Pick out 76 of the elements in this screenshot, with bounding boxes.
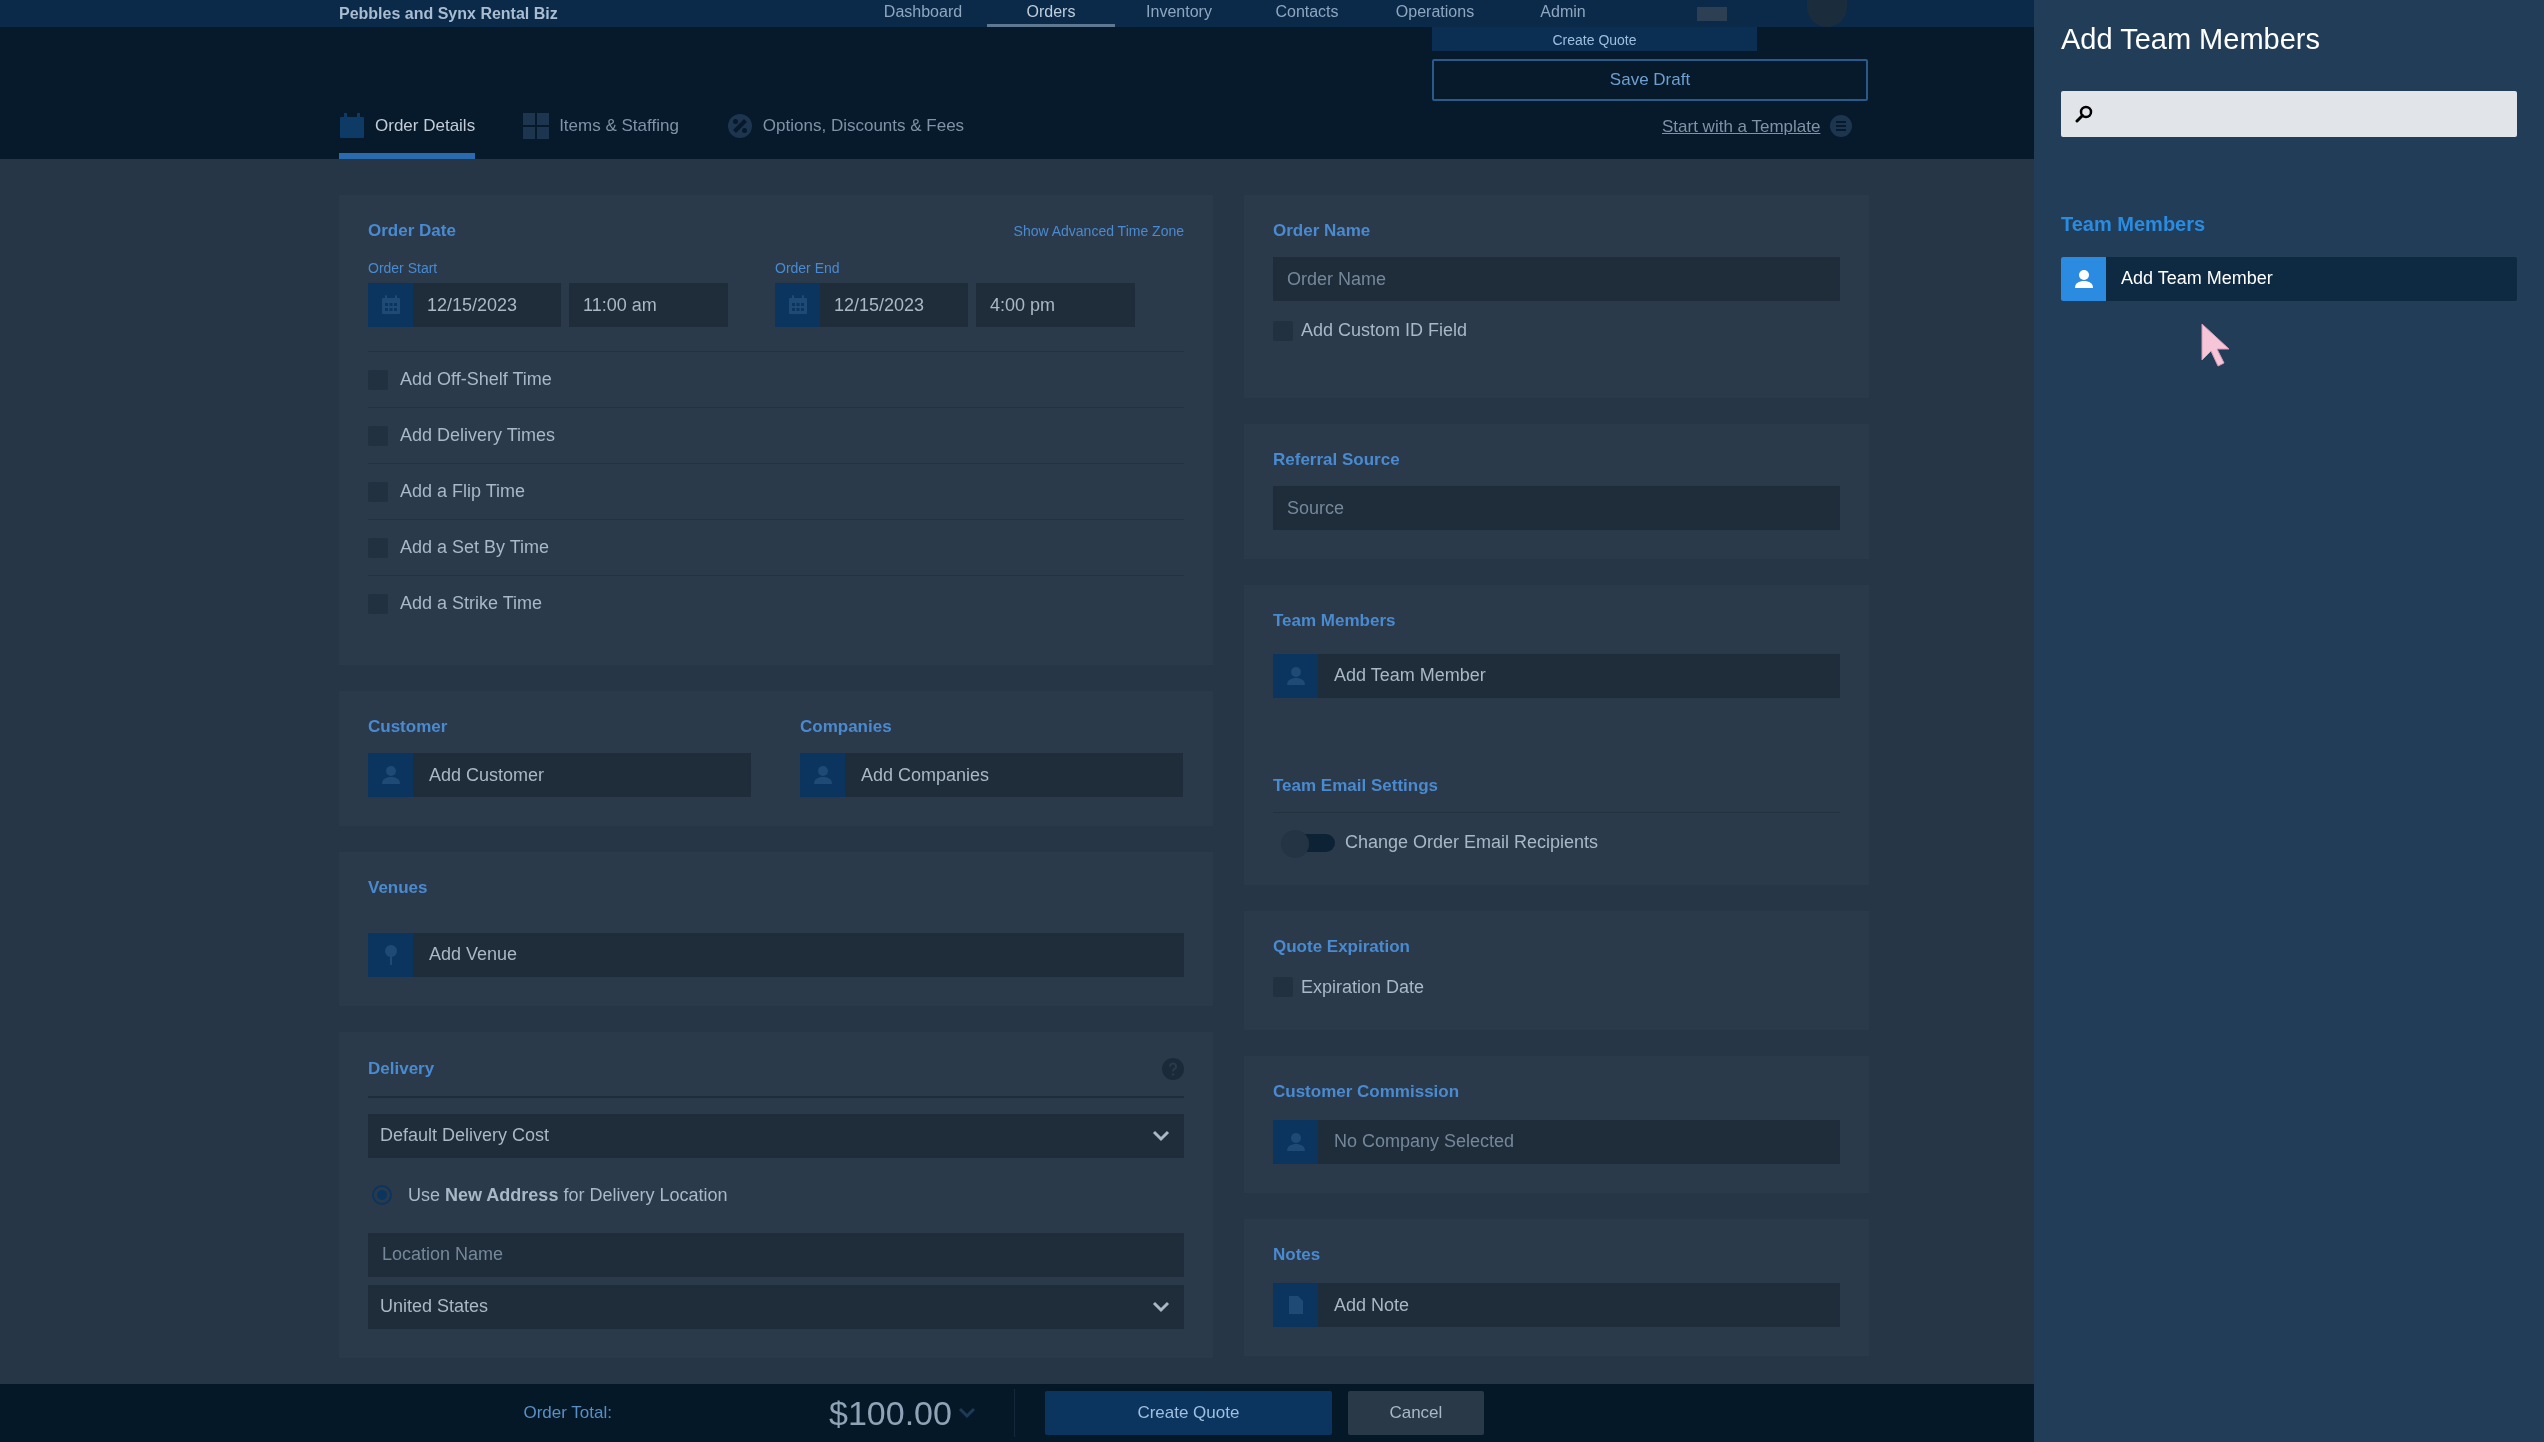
tab[interactable]: Order Details — [339, 113, 476, 159]
chevron-down-icon — [1152, 1300, 1170, 1313]
order-name-field[interactable]: Order Name — [1273, 257, 1840, 302]
section-heading: Customer — [368, 717, 449, 738]
tab[interactable]: Options, Discounts & Fees — [726, 113, 965, 159]
nav-square-icon[interactable] — [1697, 6, 1727, 21]
chevron-down-icon — [957, 1407, 976, 1419]
field-label: Order End — [775, 259, 841, 278]
section-heading: Notes — [1273, 1244, 1322, 1266]
nav-link[interactable]: Admin — [1499, 0, 1627, 27]
tab[interactable]: Items & Staffing — [523, 113, 679, 159]
location-name-field[interactable]: Location Name — [368, 1232, 1184, 1277]
toggle-label: Change Order Email Recipients — [1345, 831, 1599, 855]
checkbox-label: Add Custom ID Field — [1301, 319, 1468, 343]
select-value: United States — [380, 1295, 489, 1319]
date-field[interactable]: 12/15/2023 — [413, 283, 561, 327]
nav-link[interactable]: Operations — [1371, 0, 1499, 27]
template-icon — [1830, 115, 1853, 138]
calendar-button[interactable] — [368, 283, 413, 327]
section-heading: Order Name — [1273, 221, 1372, 242]
section-heading: Venues — [368, 878, 429, 899]
date-field[interactable]: 12/15/2023 — [820, 283, 968, 327]
order-total-label: Order Total: — [522, 1402, 612, 1425]
time-field[interactable]: 4:00 pm — [976, 283, 1135, 327]
company-picker[interactable]: No Company Selected — [1273, 1119, 1840, 1164]
picker-field[interactable]: Add Customer — [368, 753, 751, 798]
calendar-button[interactable] — [775, 283, 820, 327]
toggle-switch[interactable] — [1281, 829, 1337, 856]
section-heading: Referral Source — [1273, 450, 1401, 471]
team-member-picker[interactable]: Add Team Member — [1273, 653, 1840, 698]
checkbox-label: Add a Flip Time — [400, 480, 526, 503]
section-heading: Order Date — [368, 221, 456, 242]
country-select[interactable]: United States — [368, 1284, 1184, 1329]
radio-label: Use New Address for Delivery Location — [408, 1183, 728, 1207]
nav-link[interactable]: Inventory — [1115, 0, 1243, 27]
panel-title: Add Team Members — [2061, 22, 2321, 57]
person-icon — [2073, 268, 2094, 289]
time-field[interactable]: 11:00 am — [569, 283, 728, 327]
radio-button[interactable] — [372, 1185, 392, 1206]
checkbox-label: Add a Set By Time — [400, 536, 550, 559]
checkbox-label: Add Delivery Times — [400, 424, 556, 447]
chevron-down-icon — [1152, 1129, 1170, 1142]
create-quote-button[interactable]: Create Quote — [1432, 27, 1757, 51]
checkbox-label: Add a Strike Time — [400, 592, 543, 615]
section-heading: Team Email Settings — [1273, 775, 1840, 814]
search-field[interactable] — [2061, 90, 2517, 137]
section-heading: Quote Expiration — [1273, 937, 1411, 958]
section-heading: Delivery — [368, 1058, 435, 1079]
template-link[interactable]: Start with a Template — [1662, 113, 1853, 139]
checkbox-label: Add Off-Shelf Time — [400, 368, 552, 391]
picker-field[interactable]: Add Companies — [800, 753, 1183, 798]
cancel-button[interactable]: Cancel — [1347, 1391, 1484, 1435]
add-note-picker[interactable]: Add Note — [1273, 1283, 1840, 1328]
nav-link[interactable]: Contacts — [1243, 0, 1371, 27]
section-heading: Team Members — [1273, 611, 1397, 632]
section-heading: Customer Commission — [1273, 1081, 1461, 1102]
section-heading: Team Members — [2061, 211, 2207, 237]
calendar-icon — [339, 113, 365, 139]
field-label: Order Start — [368, 259, 439, 278]
venue-picker[interactable]: Add Venue — [368, 932, 1184, 977]
checkbox-label: Expiration Date — [1301, 975, 1425, 999]
order-total-amount[interactable]: $100.00 — [829, 1387, 976, 1439]
grid-icon — [523, 113, 550, 139]
source-field[interactable]: Source — [1273, 486, 1840, 531]
section-heading: Companies — [800, 717, 893, 738]
delivery-cost-select[interactable]: Default Delivery Cost — [368, 1113, 1184, 1158]
select-value: Default Delivery Cost — [380, 1124, 550, 1148]
team-member-button[interactable]: Add Team Member — [2061, 256, 2517, 301]
avatar-icon[interactable] — [1807, 0, 1847, 27]
percent-badge-icon — [726, 113, 753, 139]
brand-name: Pebbles and Synx Rental Biz — [339, 3, 559, 24]
nav-link[interactable]: Dashboard — [859, 0, 987, 27]
save-draft-button[interactable]: Save Draft — [1432, 59, 1868, 101]
pointer-icon — [2200, 322, 2230, 368]
create-quote-button[interactable]: Create Quote — [1044, 1391, 1332, 1435]
search-icon — [2075, 104, 2093, 123]
